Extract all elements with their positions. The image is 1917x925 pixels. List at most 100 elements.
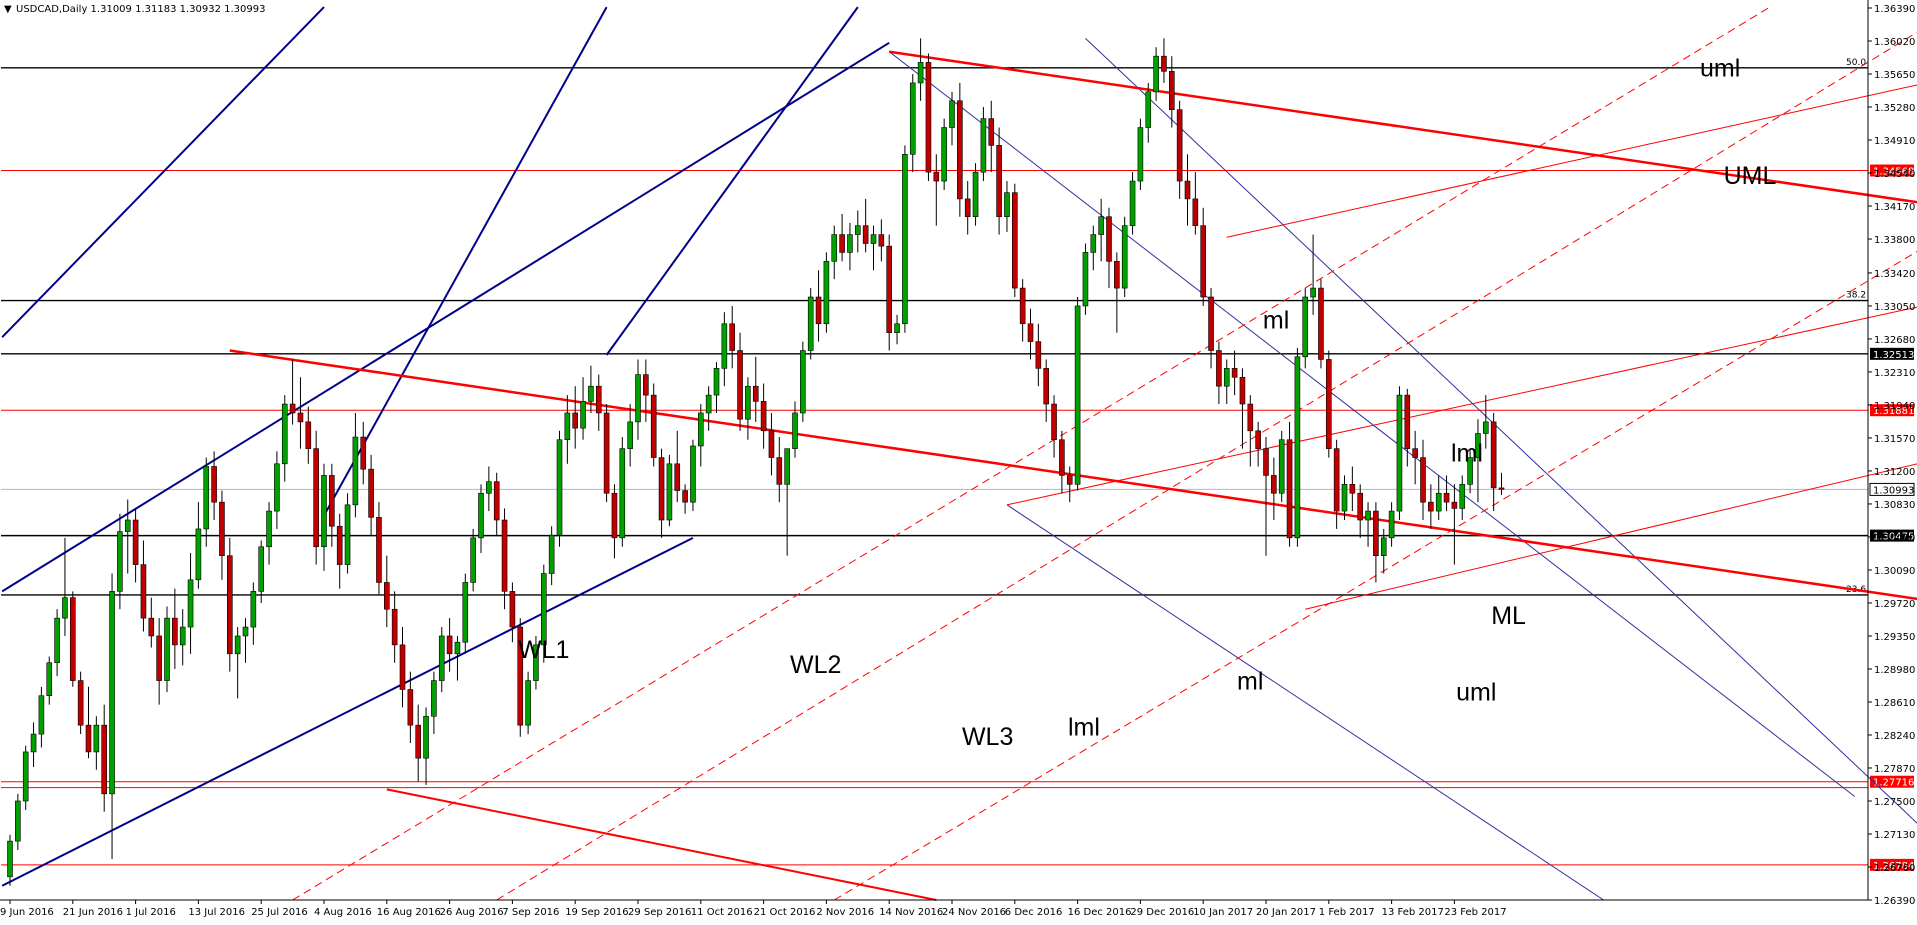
candle-body bbox=[964, 198, 971, 218]
y-tick-label: 1.30090 bbox=[1874, 566, 1915, 577]
y-tick-label: 1.27130 bbox=[1874, 830, 1915, 841]
candle-body bbox=[548, 534, 555, 574]
candle bbox=[556, 430, 563, 547]
candle-body bbox=[603, 412, 610, 494]
candle-body bbox=[117, 531, 123, 592]
candle bbox=[227, 537, 233, 672]
candle-body bbox=[1333, 448, 1340, 512]
candle bbox=[1074, 297, 1081, 491]
candle-body bbox=[1192, 198, 1199, 226]
y-tick-label: 1.26390 bbox=[1874, 896, 1915, 907]
candle-body bbox=[227, 555, 233, 655]
candle-body bbox=[164, 617, 170, 681]
x-tick-label: 13 Feb 2017 bbox=[1382, 907, 1444, 918]
candle bbox=[800, 341, 806, 422]
candle-body bbox=[1349, 484, 1356, 494]
candle-body bbox=[383, 582, 390, 610]
candle-body bbox=[77, 680, 84, 726]
candle-body bbox=[564, 412, 571, 441]
candle bbox=[1082, 243, 1089, 315]
candle-body bbox=[329, 475, 335, 527]
usdcad-daily-chart[interactable]: 50.01.3456838.21.325131.318811.309931.30… bbox=[0, 0, 1917, 925]
y-tick-label: 1.29350 bbox=[1874, 632, 1915, 643]
candle-body bbox=[847, 234, 853, 253]
candle bbox=[1318, 279, 1324, 369]
candle bbox=[1326, 350, 1332, 458]
fib-label: 38.2 bbox=[1846, 291, 1866, 301]
candle-body bbox=[752, 385, 759, 402]
collapse-triangle-icon[interactable]: ▼ bbox=[4, 4, 12, 15]
candle-body bbox=[705, 394, 712, 414]
y-tick-label: 1.33420 bbox=[1874, 269, 1915, 280]
candle-body bbox=[470, 537, 476, 583]
x-tick-label: 16 Dec 2016 bbox=[1068, 907, 1132, 918]
candle-body bbox=[1380, 537, 1387, 556]
candle-body bbox=[478, 492, 484, 539]
candle-body bbox=[313, 448, 319, 548]
candle-body bbox=[336, 525, 343, 565]
candle-body bbox=[1498, 487, 1505, 490]
candle-body bbox=[376, 517, 382, 583]
candle-body bbox=[462, 582, 469, 643]
candle bbox=[972, 163, 979, 226]
candle-body bbox=[1106, 216, 1112, 262]
y-tick-label: 1.28980 bbox=[1874, 665, 1915, 676]
candle-body bbox=[1365, 510, 1371, 521]
candle-body bbox=[595, 385, 602, 414]
candle-body bbox=[93, 724, 100, 753]
x-tick-label: 1 Feb 2017 bbox=[1319, 907, 1375, 918]
candle bbox=[603, 404, 610, 503]
candle bbox=[941, 118, 947, 190]
price-tag-label: 1.32513 bbox=[1873, 350, 1914, 361]
candle-body bbox=[124, 519, 131, 532]
candle bbox=[619, 437, 626, 547]
candle-body bbox=[854, 225, 861, 235]
candle-body bbox=[30, 733, 37, 753]
candle-body bbox=[1263, 448, 1269, 476]
candle-body bbox=[737, 350, 743, 420]
annotation-label: ml bbox=[1237, 667, 1263, 695]
chart-title: USDCAD,Daily 1.31009 1.31183 1.30932 1.3… bbox=[16, 4, 266, 15]
candle-body bbox=[1043, 368, 1049, 405]
candle-body bbox=[281, 403, 288, 465]
annotation-label: ml bbox=[1263, 307, 1289, 335]
y-tick-label: 1.35280 bbox=[1874, 103, 1915, 114]
annotation-label: uml bbox=[1700, 54, 1740, 82]
candle-body bbox=[234, 635, 241, 655]
candle-body bbox=[815, 296, 822, 325]
candle-body bbox=[1247, 403, 1254, 432]
candle-body bbox=[556, 439, 563, 536]
candle-body bbox=[1255, 430, 1261, 449]
candle bbox=[925, 53, 932, 182]
candle-body bbox=[242, 626, 249, 637]
candle-body bbox=[1129, 180, 1136, 226]
candle-body bbox=[674, 463, 681, 491]
y-tick-label: 1.31200 bbox=[1874, 467, 1915, 478]
candle-body bbox=[305, 421, 312, 449]
candle-body bbox=[15, 800, 21, 842]
candle-body bbox=[1428, 501, 1434, 512]
candle-body bbox=[54, 617, 60, 664]
candle-body bbox=[1169, 71, 1175, 110]
annotation-label: UML bbox=[1724, 162, 1777, 190]
candle-body bbox=[1231, 368, 1238, 378]
x-tick-label: 26 Aug 2016 bbox=[440, 907, 504, 918]
candle-body bbox=[1318, 287, 1324, 360]
candle-body bbox=[501, 519, 508, 592]
candle-body bbox=[1098, 216, 1104, 235]
candle-body bbox=[132, 519, 139, 565]
chart-window[interactable]: 50.0 1.34568 38.2 1.32513 1.31881 1.30993 1.30… bbox=[0, 0, 1917, 925]
candle bbox=[525, 671, 531, 735]
candle-body bbox=[1302, 296, 1309, 358]
candle-body bbox=[360, 436, 367, 470]
candle-body bbox=[203, 466, 210, 530]
candle-body bbox=[635, 374, 641, 423]
candle-body bbox=[540, 573, 547, 646]
y-tick-label: 1.30460 bbox=[1874, 533, 1915, 544]
candle bbox=[22, 745, 29, 810]
x-tick-label: 21 Jun 2016 bbox=[63, 907, 123, 918]
candle-body bbox=[1341, 484, 1348, 512]
candle-body bbox=[886, 245, 893, 333]
candle-body bbox=[682, 490, 688, 503]
candle-body bbox=[1443, 492, 1450, 503]
